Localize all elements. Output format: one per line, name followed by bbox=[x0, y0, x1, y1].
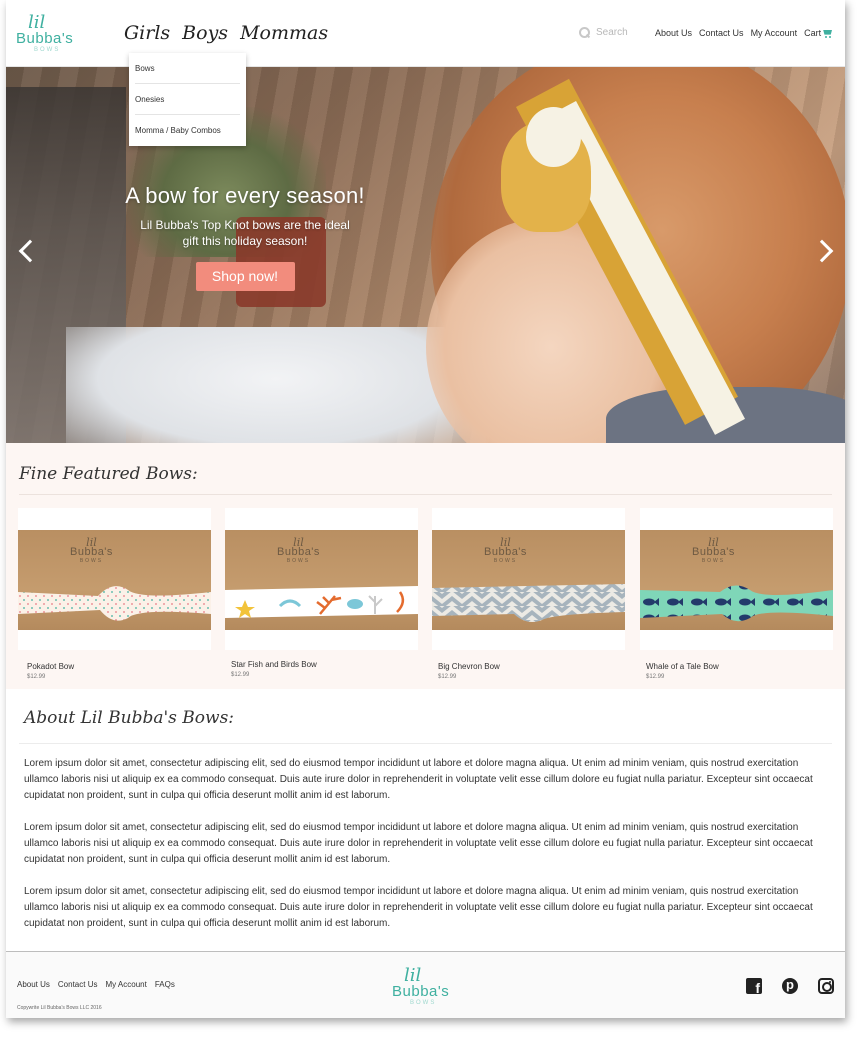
dropdown-item-momma-baby-combos[interactable]: Momma / Baby Combos bbox=[135, 115, 240, 146]
search-icon[interactable] bbox=[579, 27, 590, 38]
nav-cart-label: Cart bbox=[804, 28, 822, 38]
card-logo-name: Bubba's bbox=[70, 546, 113, 558]
featured-section: Fine Featured Bows: lil Bubba's BOWS Pok… bbox=[6, 443, 845, 689]
about-divider bbox=[19, 743, 832, 744]
logo-tagline-text: BOWS bbox=[410, 1000, 437, 1006]
shop-now-button[interactable]: Shop now! bbox=[195, 262, 295, 291]
hero-title: A bow for every season! bbox=[125, 183, 365, 208]
carousel-next-arrow-icon[interactable] bbox=[818, 239, 832, 263]
search-box bbox=[579, 27, 656, 38]
brand-logo[interactable]: lil Bubba's BOWS bbox=[16, 12, 78, 54]
product-image: lil Bubba's BOWS bbox=[432, 530, 625, 630]
about-body: Lorem ipsum dolor sit amet, consectetur … bbox=[24, 756, 834, 948]
hero-bow-knot-highlight-image bbox=[526, 107, 581, 167]
product-image: lil Bubba's BOWS bbox=[640, 530, 833, 630]
footer-link-contact-us[interactable]: Contact Us bbox=[58, 980, 98, 989]
dropdown-item-onesies[interactable]: Onesies bbox=[135, 84, 240, 115]
site-footer: About Us Contact Us My Account FAQs Copy… bbox=[6, 951, 845, 1018]
card-logo-name: Bubba's bbox=[277, 546, 320, 558]
footer-link-about-us[interactable]: About Us bbox=[17, 980, 50, 989]
nav-my-account[interactable]: My Account bbox=[751, 28, 798, 38]
card-logo-tagline: BOWS bbox=[79, 558, 104, 564]
nav-cart[interactable]: Cart bbox=[804, 28, 832, 38]
product-card-pokadot[interactable]: lil Bubba's BOWS bbox=[18, 508, 211, 650]
bow-polka-dot-image bbox=[18, 586, 211, 621]
page: lil Bubba's BOWS Girls Boys Mommas About… bbox=[6, 0, 845, 1018]
girls-dropdown-menu: Bows Onesies Momma / Baby Combos bbox=[129, 53, 246, 146]
card-logo-name: Bubba's bbox=[692, 546, 735, 558]
cart-icon bbox=[823, 30, 832, 38]
nav-girls[interactable]: Girls bbox=[124, 22, 170, 44]
product-name-big-chevron[interactable]: Big Chevron Bow bbox=[438, 662, 500, 671]
product-price-pokadot: $12.99 bbox=[27, 674, 46, 680]
card-logo-name: Bubba's bbox=[484, 546, 527, 558]
hero-subtitle: Lil Bubba's Top Knot bows are the ideal … bbox=[140, 218, 350, 248]
search-input[interactable] bbox=[596, 27, 656, 38]
featured-title: Fine Featured Bows: bbox=[19, 464, 198, 484]
about-title: About Lil Bubba's Bows: bbox=[24, 708, 235, 728]
copyright-text: Copywrite Lil Bubba's Bows LLC 2016 bbox=[17, 1005, 102, 1011]
footer-links: About Us Contact Us My Account FAQs bbox=[17, 980, 175, 989]
product-price-starfish-birds: $12.99 bbox=[231, 672, 250, 678]
footer-link-my-account[interactable]: My Account bbox=[105, 980, 146, 989]
product-image: lil Bubba's BOWS bbox=[18, 530, 211, 630]
main-nav: Girls Boys Mommas bbox=[124, 22, 328, 44]
about-paragraph: Lorem ipsum dolor sit amet, consectetur … bbox=[24, 886, 813, 929]
product-card-starfish-birds[interactable]: lil Bubba's BOWS bbox=[225, 508, 418, 650]
about-paragraph: Lorem ipsum dolor sit amet, consectetur … bbox=[24, 822, 813, 865]
card-logo-tagline: BOWS bbox=[701, 558, 726, 564]
nav-boys[interactable]: Boys bbox=[182, 22, 228, 44]
product-name-pokadot[interactable]: Pokadot Bow bbox=[27, 662, 74, 671]
product-name-starfish-birds[interactable]: Star Fish and Birds Bow bbox=[231, 660, 317, 669]
card-logo-tagline: BOWS bbox=[493, 558, 518, 564]
social-links bbox=[746, 977, 834, 996]
facebook-icon[interactable] bbox=[746, 978, 762, 996]
dropdown-item-bows[interactable]: Bows bbox=[135, 53, 240, 84]
logo-name-text: Bubba's bbox=[392, 983, 450, 1000]
logo-name-text: Bubba's bbox=[16, 30, 74, 47]
product-card-big-chevron[interactable]: lil Bubba's BOWS bbox=[432, 508, 625, 650]
about-section: About Lil Bubba's Bows: Lorem ipsum dolo… bbox=[6, 689, 845, 951]
instagram-icon[interactable] bbox=[818, 978, 834, 994]
footer-logo[interactable]: lil Bubba's BOWS bbox=[392, 965, 456, 1009]
hero-caption: A bow for every season! Lil Bubba's Top … bbox=[6, 183, 484, 291]
card-logo: lil Bubba's BOWS bbox=[70, 536, 113, 564]
bow-starfish-birds-image bbox=[225, 586, 418, 618]
product-name-whale[interactable]: Whale of a Tale Bow bbox=[646, 662, 719, 671]
featured-divider bbox=[19, 494, 832, 495]
product-card-whale[interactable]: lil Bubba's BOWS bbox=[640, 508, 833, 650]
product-image: lil Bubba's BOWS bbox=[225, 530, 418, 630]
nav-contact-us[interactable]: Contact Us bbox=[699, 28, 744, 38]
footer-link-faqs[interactable]: FAQs bbox=[155, 980, 175, 989]
about-paragraph: Lorem ipsum dolor sit amet, consectetur … bbox=[24, 758, 813, 801]
bow-whale-image bbox=[640, 585, 833, 622]
card-logo: lil Bubba's BOWS bbox=[277, 536, 320, 564]
nav-about-us[interactable]: About Us bbox=[655, 28, 692, 38]
pinterest-icon[interactable] bbox=[782, 977, 798, 994]
utility-nav: About Us Contact Us My Account Cart bbox=[655, 28, 832, 38]
hero-blanket-image bbox=[66, 327, 486, 443]
card-logo: lil Bubba's BOWS bbox=[692, 536, 735, 564]
product-price-big-chevron: $12.99 bbox=[438, 674, 457, 680]
card-logo: lil Bubba's BOWS bbox=[484, 536, 527, 564]
bow-chevron-image bbox=[432, 584, 625, 622]
carousel-prev-arrow-icon[interactable] bbox=[18, 239, 32, 263]
product-price-whale: $12.99 bbox=[646, 674, 665, 680]
nav-mommas[interactable]: Mommas bbox=[240, 22, 328, 44]
logo-tagline-text: BOWS bbox=[34, 47, 61, 53]
card-logo-tagline: BOWS bbox=[286, 558, 311, 564]
